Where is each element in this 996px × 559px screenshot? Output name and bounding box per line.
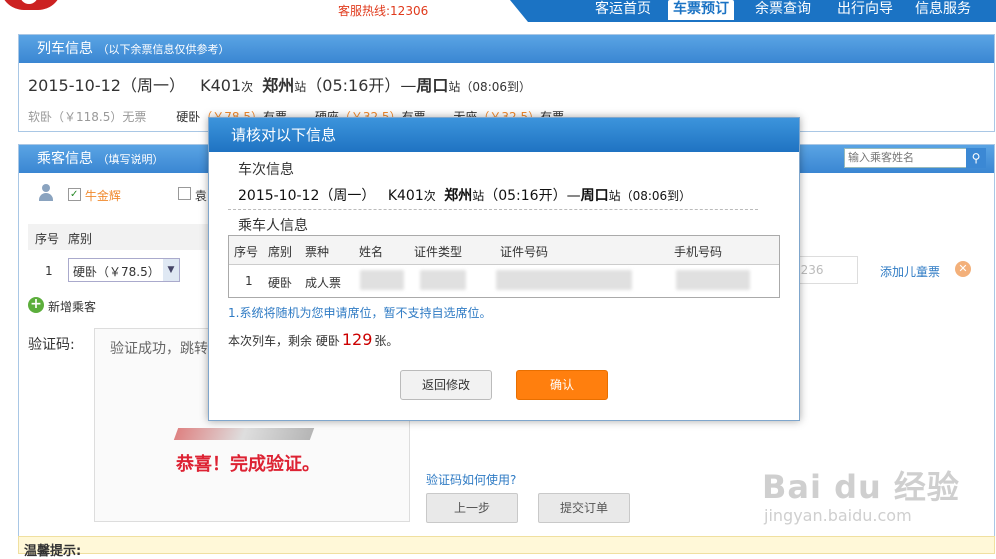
passenger-checkbox-1[interactable]	[68, 188, 81, 201]
back-to-edit-button[interactable]: 返回修改	[400, 370, 492, 400]
dialog-train-number: K401	[387, 188, 424, 204]
dialog-from-zhan: 站	[472, 189, 485, 203]
submit-order-button[interactable]: 提交订单	[538, 493, 630, 523]
train-date: 2015-10-12（周一）	[28, 76, 185, 95]
dlg-name-redacted	[360, 270, 404, 290]
passenger-option-2[interactable]: 袁	[178, 187, 207, 204]
train-number: K401	[200, 76, 242, 95]
dlg-col-id-type: 证件类型	[414, 245, 463, 259]
captcha-help-link[interactable]: 验证码如何使用?	[426, 471, 516, 488]
dlg-row-ticket-type: 成人票	[305, 276, 342, 290]
confirm-button[interactable]: 确认	[516, 370, 608, 400]
nav-info-service[interactable]: 信息服务	[912, 0, 974, 20]
dlg-col-id-number: 证件号码	[500, 245, 549, 259]
dialog-divider	[228, 209, 758, 210]
dlg-col-seat: 席别	[268, 245, 293, 259]
add-passenger-link[interactable]: 新增乘客	[48, 298, 96, 315]
train-info-title: 列车信息	[37, 41, 93, 57]
dialog-arrive-time: （08:06到）	[620, 189, 692, 203]
dialog-note: 1.系统将随机为您申请席位，暂不支持自选席位。	[228, 306, 492, 320]
dialog-from-station: 郑州	[444, 188, 473, 204]
remove-icon[interactable]: ✕	[955, 261, 971, 277]
nav-remaining-tickets[interactable]: 余票查询	[752, 0, 814, 20]
seat-select[interactable]: 硬卧（￥78.5） ▼	[68, 258, 180, 282]
nav-booking[interactable]: 车票预订	[668, 0, 734, 20]
from-station: 郑州	[262, 76, 295, 95]
dlg-id-number-redacted	[496, 270, 632, 290]
baidu-watermark-url: jingyan.baidu.com	[764, 506, 912, 525]
route-dash: —	[400, 76, 417, 95]
dialog-depart-time: （05:16开）	[484, 188, 567, 204]
passenger-option-1[interactable]: 牛金辉	[68, 187, 121, 204]
captcha-success: 恭喜！完成验证。	[176, 454, 320, 475]
passenger-name-2: 袁	[194, 189, 207, 203]
dialog-train-ci: 次	[423, 189, 436, 203]
user-icon	[38, 184, 54, 202]
passenger-title: 乘客信息	[37, 151, 93, 167]
tips-bar	[18, 536, 995, 554]
train-graphic	[173, 428, 315, 440]
dialog-to-station: 周口	[580, 188, 609, 204]
dialog-train-summary: 2015-10-12（周一） K401次 郑州站（05:16开）—周口站（08:…	[238, 185, 691, 205]
dialog-title: 请核对以下信息	[209, 118, 799, 152]
search-icon[interactable]: ⚲	[966, 148, 986, 168]
baidu-watermark: Bai du 经验	[762, 468, 960, 506]
seat-select-value: 硬卧（￥78.5）	[73, 265, 160, 279]
dlg-row-no: 1	[245, 274, 253, 288]
passenger-search-input[interactable]	[844, 148, 970, 168]
dialog-train-date: 2015-10-12（周一）	[238, 188, 376, 204]
dlg-id-type-redacted	[420, 270, 466, 290]
dlg-phone-redacted	[676, 270, 750, 290]
service-hotline: 客服热线:12306	[338, 4, 429, 18]
seat-soft-sleeper: 软卧（￥118.5）无票	[28, 110, 147, 124]
chevron-down-icon[interactable]: ▼	[163, 259, 179, 281]
remain-prefix: 本次列车，剩余	[228, 334, 313, 348]
arrive-time: （08:06到）	[460, 80, 532, 94]
to-zhan: 站	[448, 80, 461, 94]
dialog-remaining: 本次列车，剩余 硬卧 129 张。	[228, 330, 398, 349]
dlg-col-name: 姓名	[359, 245, 384, 259]
train-info-note: （以下余票信息仅供参考）	[97, 43, 230, 56]
train-ci: 次	[241, 80, 254, 94]
nav-travel-guide[interactable]: 出行向导	[834, 0, 896, 20]
train-summary: 2015-10-12（周一） K401次 郑州站（05:16开）—周口站（08:…	[28, 72, 531, 96]
tips-label: 温馨提示:	[24, 544, 82, 559]
remain-count: 129	[341, 330, 373, 349]
from-zhan: 站	[294, 80, 307, 94]
nav-home[interactable]: 客运首页	[592, 0, 654, 20]
depart-time: （05:16开）	[306, 76, 401, 95]
captcha-label: 验证码:	[28, 337, 75, 353]
row-no: 1	[45, 264, 53, 278]
remain-seat: 硬卧	[315, 334, 340, 348]
dialog-passenger-section: 乘车人信息	[238, 218, 308, 234]
to-station: 周口	[416, 76, 449, 95]
captcha-status: 验证成功，跳转	[110, 341, 208, 357]
dlg-col-ticket-type: 票种	[305, 245, 330, 259]
dlg-row-seat: 硬卧	[268, 276, 293, 290]
dialog-route-dash: —	[566, 188, 581, 204]
add-icon[interactable]: +	[28, 297, 44, 313]
dlg-col-phone: 手机号码	[674, 245, 723, 259]
passenger-note[interactable]: （填写说明）	[97, 153, 163, 166]
col-no: 序号	[35, 232, 60, 246]
passenger-name-1: 牛金辉	[84, 189, 121, 203]
dialog-to-zhan: 站	[608, 189, 621, 203]
dlg-col-no: 序号	[234, 245, 259, 259]
dialog-train-section: 车次信息	[238, 162, 294, 178]
passenger-checkbox-2[interactable]	[178, 187, 191, 200]
train-info-header: 列车信息 （以下余票信息仅供参考）	[19, 35, 994, 63]
prev-step-button[interactable]: 上一步	[426, 493, 518, 523]
remain-suffix: 张。	[374, 334, 399, 348]
col-seat: 席别	[68, 232, 93, 246]
add-child-ticket-link[interactable]: 添加儿童票	[880, 263, 940, 280]
